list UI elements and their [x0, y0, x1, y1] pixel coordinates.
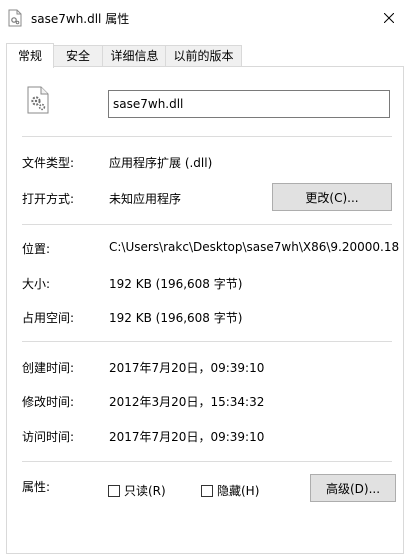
- open-with-label: 打开方式:: [22, 192, 75, 206]
- divider: [22, 461, 392, 462]
- tab-previous-versions[interactable]: 以前的版本: [165, 45, 242, 67]
- modified-value: 2012年3月20日，15:34:32: [109, 395, 265, 409]
- location-label: 位置:: [22, 242, 51, 256]
- divider: [22, 136, 392, 137]
- hidden-checkbox[interactable]: 隐藏(H): [201, 482, 259, 499]
- location-value: C:\Users\rakc\Desktop\sase7wh\X86\9.2000…: [109, 240, 399, 254]
- tab-general[interactable]: 常规: [6, 43, 54, 68]
- divider: [22, 224, 392, 225]
- title-bar: sase7wh.dll 属性: [0, 0, 409, 36]
- tab-details[interactable]: 详细信息: [102, 45, 167, 67]
- open-with-value: 未知应用程序: [109, 192, 182, 206]
- divider: [22, 341, 392, 342]
- readonly-checkbox[interactable]: 只读(R): [108, 482, 166, 499]
- file-type-value: 应用程序扩展 (.dll): [109, 156, 213, 170]
- dll-file-icon: [8, 9, 22, 27]
- checkbox-box: [108, 484, 120, 497]
- size-on-disk-label: 占用空间:: [22, 311, 75, 325]
- created-value: 2017年7月20日，09:39:10: [109, 361, 265, 375]
- readonly-checkbox-label: 只读(R): [124, 484, 166, 498]
- modified-label: 修改时间:: [22, 395, 75, 409]
- accessed-value: 2017年7月20日，09:39:10: [109, 430, 265, 444]
- size-on-disk-value: 192 KB (196,608 字节): [109, 311, 243, 325]
- advanced-button[interactable]: 高级(D)...: [310, 474, 396, 502]
- checkbox-box: [201, 484, 213, 497]
- close-icon: [384, 13, 394, 23]
- window-title: sase7wh.dll 属性: [31, 12, 130, 26]
- tab-security[interactable]: 安全: [52, 45, 104, 67]
- hidden-checkbox-label: 隐藏(H): [217, 484, 260, 498]
- file-type-label: 文件类型:: [22, 156, 75, 170]
- accessed-label: 访问时间:: [22, 430, 75, 444]
- close-button[interactable]: [369, 0, 409, 36]
- attributes-label: 属性:: [22, 480, 51, 494]
- created-label: 创建时间:: [22, 361, 75, 375]
- size-label: 大小:: [22, 277, 51, 291]
- size-value: 192 KB (196,608 字节): [109, 277, 243, 291]
- dll-file-icon: [27, 86, 49, 114]
- change-button[interactable]: 更改(C)...: [272, 183, 392, 211]
- file-name-input[interactable]: [108, 90, 390, 118]
